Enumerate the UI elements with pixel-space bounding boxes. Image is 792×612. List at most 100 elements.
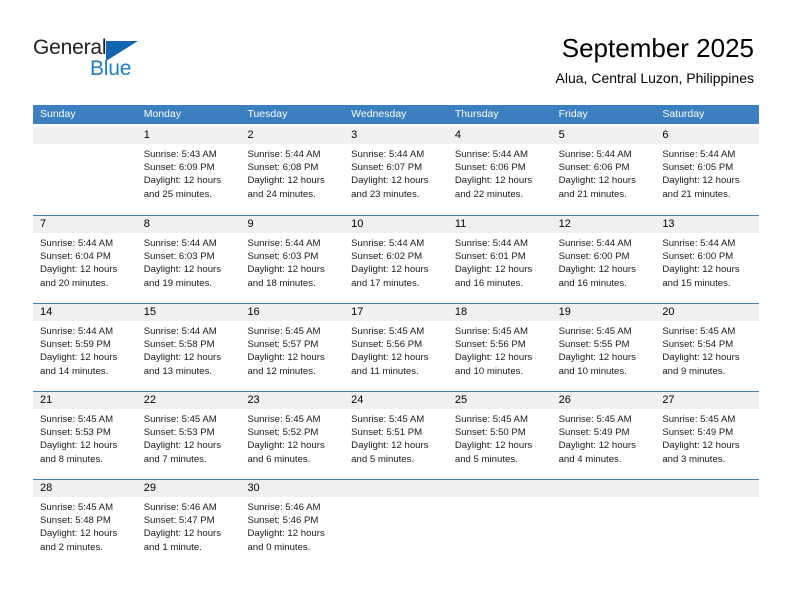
day-detail-line: Sunrise: 5:44 AM <box>247 149 321 160</box>
day-number: 4 <box>447 127 552 144</box>
general-blue-logo[interactable]: General Blue <box>33 36 173 82</box>
day-detail-line: Daylight: 12 hours <box>351 175 429 187</box>
day-number: 8 <box>136 216 241 233</box>
calendar-day-cell[interactable]: 25 Sunrise: 5:45 AM Sunset: 5:50 PM Dayligh… <box>447 392 552 479</box>
day-details: Sunrise: 5:45 AM Sunset: 5:57 PM Daylight:… <box>240 321 344 378</box>
calendar-day-cell[interactable]: 5 Sunrise: 5:44 AM Sunset: 6:06 PM Daylight… <box>551 127 656 215</box>
day-number: 6 <box>655 127 760 144</box>
day-detail-line: Sunrise: 5:44 AM <box>351 149 425 160</box>
day-details <box>552 497 656 501</box>
day-number: 21 <box>33 392 137 409</box>
calendar-day-cell[interactable]: 10 Sunrise: 5:44 AM Sunset: 6:02 PM Dayligh… <box>344 216 448 303</box>
day-detail-line: and 13 minutes. <box>143 365 212 377</box>
calendar-day-cell[interactable]: 12 Sunrise: 5:44 AM Sunset: 6:00 PM Dayligh… <box>551 216 656 303</box>
day-detail-line: Daylight: 12 hours <box>351 440 429 452</box>
page-title: September 2025 <box>561 33 754 63</box>
day-detail-line: and 16 minutes. <box>454 277 524 289</box>
day-detail-line: Sunrise: 5:45 AM <box>247 414 321 425</box>
day-detail-line: and 25 minutes. <box>143 188 212 200</box>
calendar-day-cell-empty <box>551 480 656 567</box>
calendar-day-cell[interactable]: 1 Sunrise: 5:43 AM Sunset: 6:09 PM Daylight… <box>136 127 241 215</box>
day-detail-line: Sunrise: 5:44 AM <box>351 238 425 249</box>
calendar-day-cell[interactable]: 20 Sunrise: 5:45 AM Sunset: 5:54 PM Dayligh… <box>655 304 760 391</box>
day-detail-line: Sunset: 6:09 PM <box>143 162 215 174</box>
day-detail-line: and 3 minutes. <box>662 453 726 465</box>
day-detail-line: Daylight: 12 hours <box>558 264 636 276</box>
day-details: Sunrise: 5:44 AM Sunset: 6:04 PM Daylight:… <box>33 233 137 290</box>
calendar-day-cell[interactable]: 8 Sunrise: 5:44 AM Sunset: 6:03 PM Daylight… <box>136 216 241 303</box>
day-details: Sunrise: 5:44 AM Sunset: 5:59 PM Daylight:… <box>33 321 137 378</box>
day-detail-line: Sunset: 6:00 PM <box>662 251 734 263</box>
day-details: Sunrise: 5:44 AM Sunset: 6:01 PM Daylight:… <box>448 233 552 290</box>
calendar-day-cell[interactable]: 22 Sunrise: 5:45 AM Sunset: 5:53 PM Dayligh… <box>136 392 241 479</box>
day-details: Sunrise: 5:44 AM Sunset: 6:05 PM Daylight:… <box>655 144 759 201</box>
day-detail-line: and 21 minutes. <box>558 188 627 200</box>
day-detail-line: Sunset: 5:56 PM <box>454 339 526 351</box>
calendar-day-cell[interactable]: 19 Sunrise: 5:45 AM Sunset: 5:55 PM Dayligh… <box>551 304 656 391</box>
logo-text-blue: Blue <box>90 57 132 80</box>
weekday-header-sunday: Sunday <box>40 108 76 120</box>
calendar-day-cell[interactable]: 28 Sunrise: 5:45 AM Sunset: 5:48 PM Dayligh… <box>33 480 137 567</box>
calendar-day-cell[interactable]: 9 Sunrise: 5:44 AM Sunset: 6:03 PM Daylight… <box>240 216 345 303</box>
day-detail-line: Sunset: 5:51 PM <box>351 427 423 439</box>
calendar-day-cell[interactable]: 18 Sunrise: 5:45 AM Sunset: 5:56 PM Dayligh… <box>447 304 552 391</box>
day-details <box>448 497 552 501</box>
calendar-day-cell[interactable]: 27 Sunrise: 5:45 AM Sunset: 5:49 PM Dayligh… <box>655 392 760 479</box>
day-number: 9 <box>240 216 345 233</box>
day-detail-line: Sunrise: 5:44 AM <box>40 326 114 337</box>
day-details: Sunrise: 5:44 AM Sunset: 6:08 PM Daylight:… <box>240 144 344 201</box>
weekday-header-wednesday: Wednesday <box>351 108 407 120</box>
day-detail-line: Sunrise: 5:46 AM <box>247 502 321 513</box>
day-detail-line: Sunset: 6:04 PM <box>40 251 111 263</box>
day-detail-line: Sunset: 5:47 PM <box>143 515 215 527</box>
calendar-day-cell[interactable]: 3 Sunrise: 5:44 AM Sunset: 6:07 PM Daylight… <box>344 127 448 215</box>
day-detail-line: Daylight: 12 hours <box>143 352 222 364</box>
calendar-day-cell[interactable]: 26 Sunrise: 5:45 AM Sunset: 5:49 PM Dayligh… <box>551 392 656 479</box>
day-details: Sunrise: 5:45 AM Sunset: 5:52 PM Daylight:… <box>240 409 344 466</box>
calendar-day-cell[interactable]: 2 Sunrise: 5:44 AM Sunset: 6:08 PM Daylight… <box>240 127 345 215</box>
day-details: Sunrise: 5:45 AM Sunset: 5:53 PM Daylight:… <box>137 409 241 466</box>
day-detail-line: Daylight: 12 hours <box>40 352 118 364</box>
day-detail-line: Sunrise: 5:45 AM <box>558 326 632 337</box>
day-detail-line: Sunrise: 5:44 AM <box>454 149 528 160</box>
calendar-day-cell[interactable]: 16 Sunrise: 5:45 AM Sunset: 5:57 PM Dayligh… <box>240 304 345 391</box>
day-details: Sunrise: 5:43 AM Sunset: 6:09 PM Daylight:… <box>137 144 241 201</box>
calendar-day-cell[interactable]: 11 Sunrise: 5:44 AM Sunset: 6:01 PM Dayligh… <box>447 216 552 303</box>
day-number <box>33 127 137 144</box>
calendar-day-cell[interactable]: 15 Sunrise: 5:44 AM Sunset: 5:58 PM Dayligh… <box>136 304 241 391</box>
day-detail-line: Sunset: 5:58 PM <box>143 339 215 351</box>
day-detail-line: and 16 minutes. <box>558 277 627 289</box>
day-detail-line: Sunrise: 5:45 AM <box>558 414 632 425</box>
weekday-header-saturday: Saturday <box>662 108 705 120</box>
location-subtitle: Alua, Central Luzon, Philippines <box>555 70 754 86</box>
day-details: Sunrise: 5:45 AM Sunset: 5:48 PM Daylight:… <box>33 497 137 554</box>
calendar-day-cell[interactable]: 13 Sunrise: 5:44 AM Sunset: 6:00 PM Dayligh… <box>655 216 760 303</box>
calendar-day-cell[interactable]: 21 Sunrise: 5:45 AM Sunset: 5:53 PM Dayligh… <box>33 392 137 479</box>
day-details: Sunrise: 5:44 AM Sunset: 6:07 PM Daylight:… <box>344 144 448 201</box>
calendar-day-cell[interactable]: 17 Sunrise: 5:45 AM Sunset: 5:56 PM Dayligh… <box>344 304 448 391</box>
day-detail-line: Daylight: 12 hours <box>662 352 740 364</box>
calendar-day-cell[interactable]: 4 Sunrise: 5:44 AM Sunset: 6:06 PM Daylight… <box>447 127 552 215</box>
day-number: 20 <box>655 304 760 321</box>
day-number: 7 <box>33 216 137 233</box>
calendar-day-cell[interactable]: 7 Sunrise: 5:44 AM Sunset: 6:04 PM Daylight… <box>33 216 137 303</box>
calendar-day-cell[interactable]: 24 Sunrise: 5:45 AM Sunset: 5:51 PM Dayligh… <box>344 392 448 479</box>
calendar-day-cell[interactable]: 23 Sunrise: 5:45 AM Sunset: 5:52 PM Dayligh… <box>240 392 345 479</box>
calendar-day-cell[interactable]: 30 Sunrise: 5:46 AM Sunset: 5:46 PM Dayligh… <box>240 480 345 567</box>
day-detail-line: and 17 minutes. <box>351 277 420 289</box>
day-detail-line: Daylight: 12 hours <box>454 352 533 364</box>
day-details: Sunrise: 5:44 AM Sunset: 6:00 PM Daylight:… <box>552 233 656 290</box>
day-detail-line: Sunrise: 5:45 AM <box>247 326 321 337</box>
calendar-day-cell[interactable]: 14 Sunrise: 5:44 AM Sunset: 5:59 PM Dayligh… <box>33 304 137 391</box>
calendar-day-cell[interactable]: 6 Sunrise: 5:44 AM Sunset: 6:05 PM Daylight… <box>655 127 760 215</box>
day-number <box>551 480 656 497</box>
calendar-week-row: 7 Sunrise: 5:44 AM Sunset: 6:04 PM Daylight… <box>33 215 760 303</box>
day-detail-line: Sunset: 5:55 PM <box>558 339 630 351</box>
day-detail-line: Sunset: 6:07 PM <box>351 162 423 174</box>
day-detail-line: Sunrise: 5:44 AM <box>558 149 632 160</box>
day-detail-line: Sunset: 6:03 PM <box>143 251 215 263</box>
day-detail-line: and 2 minutes. <box>40 541 103 553</box>
day-detail-line: Daylight: 12 hours <box>247 175 325 187</box>
day-detail-line: Daylight: 12 hours <box>351 264 429 276</box>
calendar-day-cell[interactable]: 29 Sunrise: 5:46 AM Sunset: 5:47 PM Dayligh… <box>136 480 241 567</box>
